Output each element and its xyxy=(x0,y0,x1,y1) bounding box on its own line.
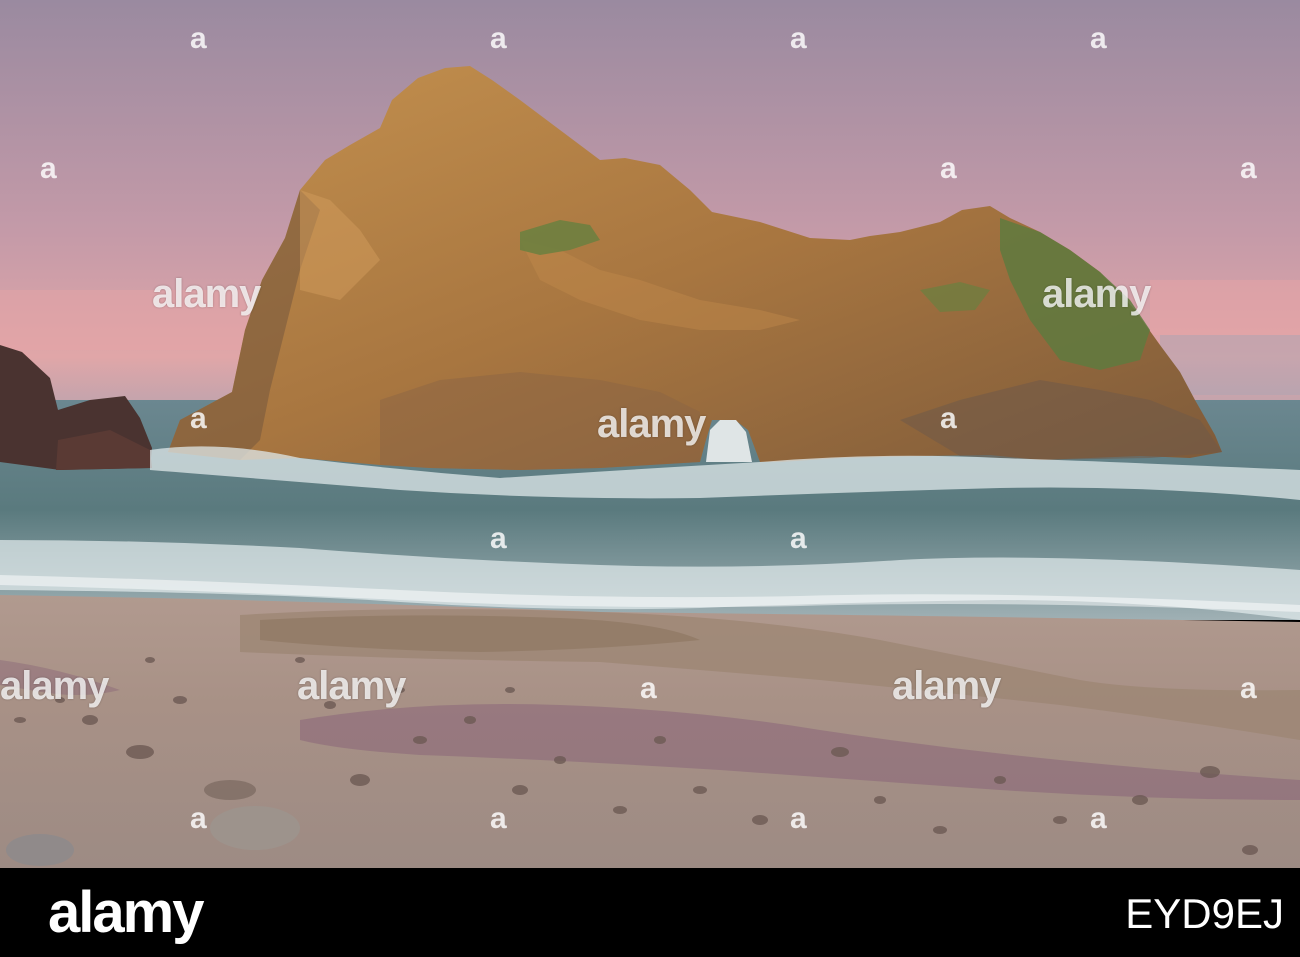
image-id: EYD9EJ xyxy=(1125,890,1284,937)
beach-photo xyxy=(0,0,1300,868)
footer-bar: alamy EYD9EJ xyxy=(0,868,1300,957)
footer-logo: alamy xyxy=(48,880,204,945)
